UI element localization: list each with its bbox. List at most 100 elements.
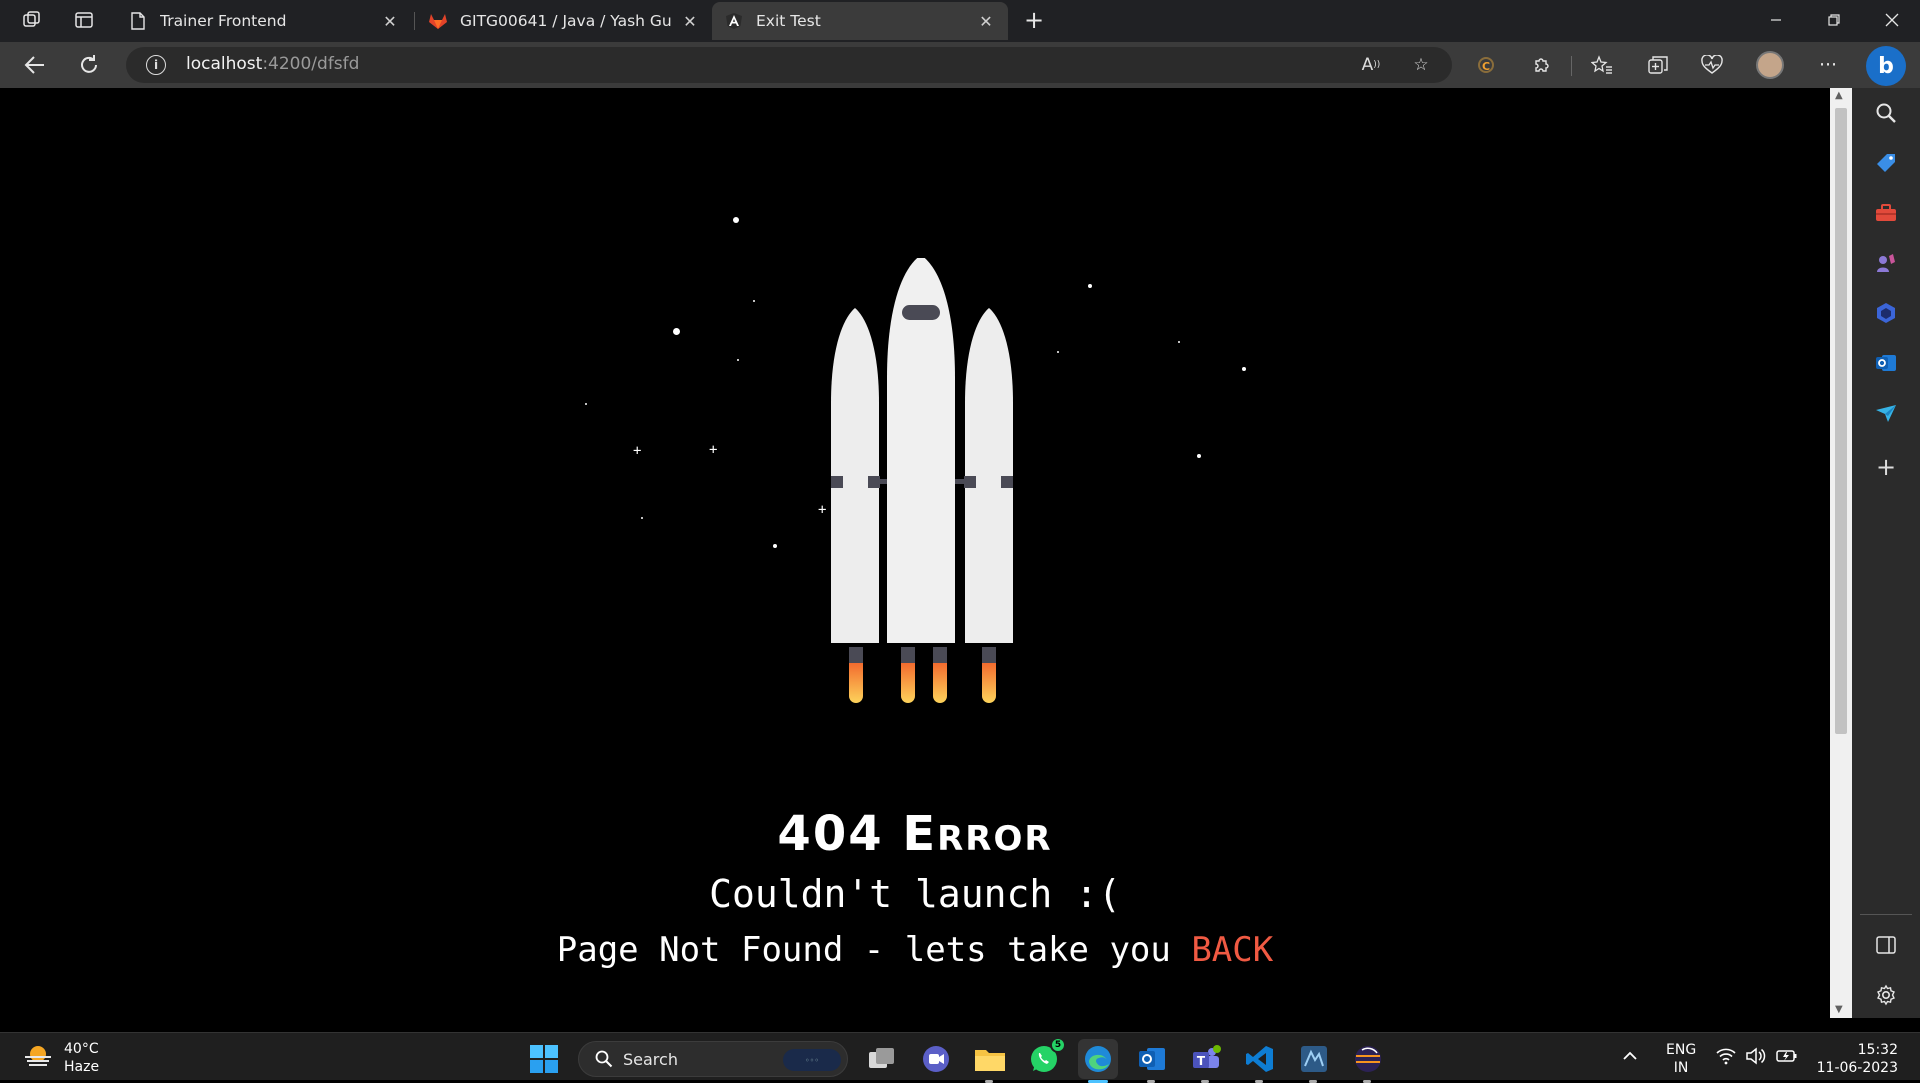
collections-icon[interactable]: [1642, 50, 1674, 80]
tab-gitlab[interactable]: GITG00641 / Java / Yash Gupta · GitLab ✕: [416, 2, 712, 40]
haze-weather-icon[interactable]: [22, 1043, 54, 1071]
show-hidden-icons-chevron-icon[interactable]: [1622, 1046, 1638, 1067]
language-indicator[interactable]: ENG IN: [1666, 1041, 1696, 1077]
error-subtitle: Couldn't launch :(: [709, 872, 1121, 916]
star: [1178, 341, 1180, 343]
clock-time: 15:32: [1857, 1042, 1898, 1058]
read-aloud-icon[interactable]: A)): [1358, 53, 1384, 77]
wifi-icon[interactable]: [1716, 1047, 1736, 1070]
settings-gear-icon[interactable]: [1869, 978, 1903, 1012]
tab-label: Trainer Frontend: [160, 12, 287, 30]
sidebar-divider: [1860, 914, 1912, 915]
url-text[interactable]: localhost:4200/dfsfd: [186, 54, 359, 74]
microsoft-365-icon[interactable]: [1869, 296, 1903, 330]
star: [1057, 351, 1059, 353]
search-icon: [595, 1050, 613, 1073]
system-tray-icons[interactable]: [1716, 1047, 1798, 1070]
back-icon[interactable]: [18, 49, 52, 81]
tab-label: GITG00641 / Java / Yash Gupta · GitLab: [460, 12, 672, 30]
rocket-illustration: [831, 258, 1013, 703]
extensions-puzzle-icon[interactable]: [1526, 50, 1558, 80]
star: [1242, 367, 1246, 371]
windows-start-icon[interactable]: [524, 1039, 564, 1079]
weather-description[interactable]: Haze: [64, 1059, 99, 1075]
taskbar: 40°C Haze Search ◦◦◦ 5 T ENG IN 15:32 11…: [0, 1032, 1920, 1083]
star: [773, 544, 777, 548]
url-path: :4200/dfsfd: [262, 54, 360, 74]
file-explorer-icon[interactable]: [970, 1039, 1010, 1083]
taskbar-search[interactable]: Search ◦◦◦: [578, 1041, 848, 1077]
clock-date: 11-06-2023: [1816, 1060, 1898, 1076]
tab-actions-icon[interactable]: [68, 6, 100, 34]
outlook-icon[interactable]: [1869, 346, 1903, 380]
weather-temperature[interactable]: 40°C: [64, 1041, 99, 1057]
teams-chat-icon[interactable]: [916, 1039, 956, 1079]
edge-sidebar: +: [1852, 88, 1920, 1018]
tools-icon[interactable]: [1869, 196, 1903, 230]
svg-text:C: C: [1482, 60, 1490, 73]
profile-avatar[interactable]: [1756, 51, 1784, 79]
favorites-icon[interactable]: [1586, 50, 1618, 80]
url-host: localhost: [186, 54, 263, 74]
star: [1088, 284, 1092, 288]
sparkle: +: [709, 442, 718, 458]
eclipse-icon[interactable]: [1348, 1039, 1388, 1083]
system-clock[interactable]: 15:32 11-06-2023: [1816, 1041, 1898, 1077]
angular-icon: [724, 11, 744, 31]
tab-label: Exit Test: [756, 12, 821, 30]
refresh-icon[interactable]: [72, 49, 106, 81]
gitlab-icon: [428, 11, 448, 31]
scroll-up-icon[interactable]: ▲: [1835, 90, 1843, 101]
search-icon[interactable]: [1869, 96, 1903, 130]
close-tab-icon[interactable]: ✕: [380, 12, 400, 31]
star: [673, 328, 680, 335]
tab-divider: [414, 12, 415, 30]
error-message-text: Page Not Found - lets take you: [556, 930, 1192, 970]
scrollbar-thumb[interactable]: [1835, 108, 1847, 734]
send-icon[interactable]: [1869, 396, 1903, 430]
browser-essentials-icon[interactable]: [1696, 50, 1728, 80]
star: [753, 300, 755, 302]
games-icon[interactable]: [1869, 246, 1903, 280]
mysql-workbench-icon[interactable]: [1294, 1039, 1334, 1083]
edge-browser-icon[interactable]: [1078, 1039, 1118, 1083]
search-highlight-icon: ◦◦◦: [783, 1049, 841, 1071]
close-tab-icon[interactable]: ✕: [680, 12, 700, 31]
minimize-icon[interactable]: [1748, 0, 1804, 40]
star: [1197, 454, 1201, 458]
toolbar-divider: [1571, 56, 1572, 76]
add-icon[interactable]: +: [1869, 450, 1903, 484]
region-code: IN: [1673, 1060, 1689, 1076]
url-bar[interactable]: i localhost:4200/dfsfd A)) ☆: [126, 47, 1452, 83]
vscode-icon[interactable]: [1240, 1039, 1280, 1083]
page-scrollbar[interactable]: ▲ ▼: [1830, 88, 1852, 1018]
teams-icon[interactable]: T: [1186, 1039, 1226, 1083]
site-info-icon[interactable]: i: [146, 55, 166, 75]
star: [733, 217, 739, 223]
workspaces-icon[interactable]: [16, 6, 48, 34]
close-window-icon[interactable]: [1864, 0, 1920, 40]
page-icon: [128, 11, 148, 31]
restore-icon[interactable]: [1806, 0, 1862, 40]
star: [585, 403, 587, 405]
battery-icon[interactable]: [1776, 1047, 1798, 1070]
volume-icon[interactable]: [1746, 1047, 1766, 1070]
task-view-icon[interactable]: [862, 1039, 902, 1079]
close-tab-icon[interactable]: ✕: [976, 12, 996, 31]
new-tab-button[interactable]: +: [1018, 4, 1050, 36]
bing-chat-icon[interactable]: b: [1866, 46, 1906, 86]
hide-sidebar-icon[interactable]: [1869, 928, 1903, 962]
shopping-tag-icon[interactable]: [1869, 146, 1903, 180]
extension-c-icon[interactable]: C: [1470, 50, 1502, 80]
tab-exit-test[interactable]: Exit Test ✕: [712, 2, 1008, 40]
search-placeholder: Search: [623, 1050, 678, 1069]
favorite-star-icon[interactable]: ☆: [1408, 53, 1434, 77]
language-code: ENG: [1666, 1042, 1697, 1058]
outlook-taskbar-icon[interactable]: [1132, 1039, 1172, 1083]
scroll-down-icon[interactable]: ▼: [1835, 1004, 1843, 1015]
svg-text:T: T: [1197, 1054, 1206, 1068]
whatsapp-icon[interactable]: 5: [1024, 1037, 1066, 1079]
more-options-icon[interactable]: ···: [1812, 50, 1844, 80]
tab-trainer-frontend[interactable]: Trainer Frontend ✕: [116, 2, 412, 40]
back-link[interactable]: BACK: [1191, 930, 1273, 970]
